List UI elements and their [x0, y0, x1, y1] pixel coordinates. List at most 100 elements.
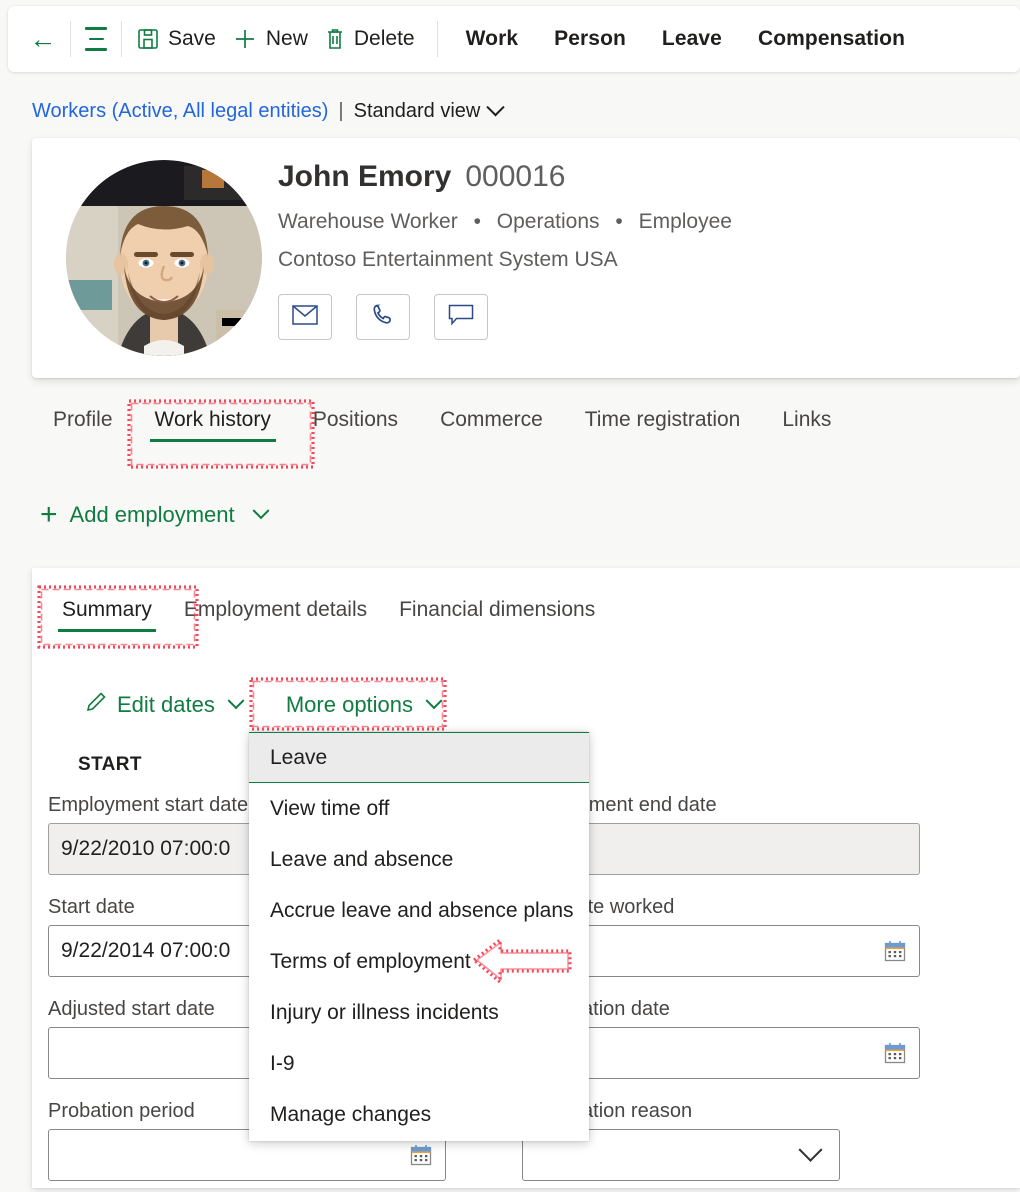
more-options-button[interactable]: More options [280, 688, 446, 722]
menu-item-manage-changes[interactable]: Manage changes [249, 1089, 589, 1140]
calendar-icon[interactable] [883, 1041, 907, 1065]
delete-button[interactable]: Delete [320, 23, 427, 55]
chat-button[interactable] [434, 294, 488, 340]
contact-actions [278, 294, 488, 340]
tab-leave[interactable]: Leave [644, 23, 740, 55]
phone-icon [371, 303, 395, 332]
trash-icon [324, 27, 346, 51]
meta-separator: • [473, 210, 481, 233]
email-icon [292, 304, 318, 330]
delete-label: Delete [353, 27, 415, 50]
new-button[interactable]: New [228, 22, 320, 56]
hamburger-icon[interactable] [81, 22, 111, 56]
subtab-summary[interactable]: Summary [46, 590, 168, 636]
tab-person[interactable]: Person [536, 23, 644, 55]
tab-profile[interactable]: Profile [32, 398, 134, 446]
tab-label: Time registration [584, 408, 741, 431]
edit-dates-label: Edit dates [117, 692, 215, 717]
chevron-down-icon [425, 692, 443, 710]
command-bar: ← Save New Delete Work Person Leave Comp… [8, 6, 1020, 72]
menu-item-label: Manage changes [270, 1102, 432, 1126]
phone-button[interactable] [356, 294, 410, 340]
field-value: r [535, 837, 907, 861]
save-label: Save [168, 27, 216, 50]
add-employment-label: Add employment [69, 502, 235, 527]
menu-item-label: Leave and absence [270, 847, 454, 871]
worker-job-title: Warehouse Worker [278, 210, 458, 233]
menu-item-leave-and-absence[interactable]: Leave and absence [249, 834, 589, 885]
active-subtab-underline [58, 629, 156, 632]
tab-label: Links [782, 408, 832, 431]
employment-subtabs: Summary Employment details Financial dim… [46, 590, 611, 636]
menu-item-terms-of-employment[interactable]: Terms of employment [249, 936, 589, 987]
worker-type: Employee [638, 210, 732, 233]
divider [436, 21, 438, 57]
subtab-label: Financial dimensions [399, 598, 596, 621]
active-tab-underline [149, 439, 276, 442]
worker-legal-entity: Contoso Entertainment System USA [278, 248, 618, 271]
save-icon [136, 27, 160, 51]
menu-item-label: View time off [270, 796, 390, 820]
view-selector-label: Standard view [353, 100, 481, 122]
tab-commerce[interactable]: Commerce [419, 398, 564, 446]
subtab-label: Summary [62, 598, 152, 621]
menu-item-view-time-off[interactable]: View time off [249, 783, 589, 834]
divider [121, 21, 122, 57]
new-label: New [265, 27, 308, 50]
chevron-down-icon[interactable] [798, 1137, 827, 1164]
menu-item-label: Leave [270, 745, 328, 769]
breadcrumb-separator: | [338, 100, 344, 122]
menu-item-label: Terms of employment [270, 949, 471, 973]
plus-icon: + [40, 498, 58, 531]
tab-label: Profile [53, 408, 113, 431]
menu-item-leave[interactable]: Leave [249, 732, 589, 783]
breadcrumb: Workers (Active, All legal entities) | S… [32, 98, 506, 123]
divider [70, 21, 71, 57]
tab-compensation[interactable]: Compensation [740, 23, 923, 55]
tab-label: Positions [312, 408, 399, 431]
menu-item-i9[interactable]: I-9 [249, 1038, 589, 1089]
tab-work[interactable]: Work [448, 23, 537, 55]
menu-item-label: Accrue leave and absence plans [270, 898, 574, 922]
worker-number: 000016 [465, 160, 566, 193]
calendar-icon[interactable] [409, 1143, 433, 1167]
more-options-label: More options [285, 692, 414, 717]
tab-label: Commerce [440, 408, 543, 431]
menu-item-label: Injury or illness incidents [270, 1000, 499, 1024]
worker-department: Operations [496, 210, 600, 233]
worker-tabs: Profile Work history Positions Commerce … [32, 398, 1020, 462]
add-employment-button[interactable]: + Add employment [40, 498, 270, 531]
subtab-employment-details[interactable]: Employment details [168, 590, 383, 636]
pencil-icon [84, 690, 108, 720]
email-button[interactable] [278, 294, 332, 340]
meta-separator: • [615, 210, 623, 233]
plus-icon [232, 26, 258, 52]
worker-name: John Emory [278, 160, 452, 193]
chevron-down-icon [486, 98, 506, 117]
subtab-label: Employment details [183, 598, 368, 621]
back-arrow-icon[interactable]: ← [26, 22, 60, 56]
tab-links[interactable]: Links [761, 398, 852, 446]
tab-positions[interactable]: Positions [292, 398, 419, 446]
worker-identity-card: John Emory 000016 Warehouse Worker • Oper… [32, 138, 1020, 378]
tab-time-registration[interactable]: Time registration [564, 398, 762, 446]
panel-action-row: Edit dates More options [78, 686, 446, 724]
tab-label: Work history [154, 408, 271, 431]
menu-item-injury-or-illness-incidents[interactable]: Injury or illness incidents [249, 987, 589, 1038]
chevron-down-icon [252, 502, 270, 520]
breadcrumb-link[interactable]: Workers (Active, All legal entities) [32, 100, 328, 123]
chevron-down-icon [227, 692, 245, 710]
edit-dates-button[interactable]: Edit dates [78, 686, 248, 724]
page-title: John Emory 000016 [278, 160, 565, 194]
view-selector[interactable]: Standard view [353, 98, 506, 123]
save-button[interactable]: Save [132, 23, 228, 55]
chat-icon [448, 304, 474, 331]
menu-item-accrue-leave-and-absence-plans[interactable]: Accrue leave and absence plans [249, 885, 589, 936]
tab-work-history[interactable]: Work history [134, 398, 292, 446]
worker-meta: Warehouse Worker • Operations • Employee [278, 210, 732, 234]
subtab-financial-dimensions[interactable]: Financial dimensions [383, 590, 611, 636]
calendar-icon[interactable] [883, 939, 907, 963]
avatar [66, 160, 262, 356]
menu-item-label: I-9 [270, 1051, 295, 1075]
section-title: START [78, 754, 142, 775]
